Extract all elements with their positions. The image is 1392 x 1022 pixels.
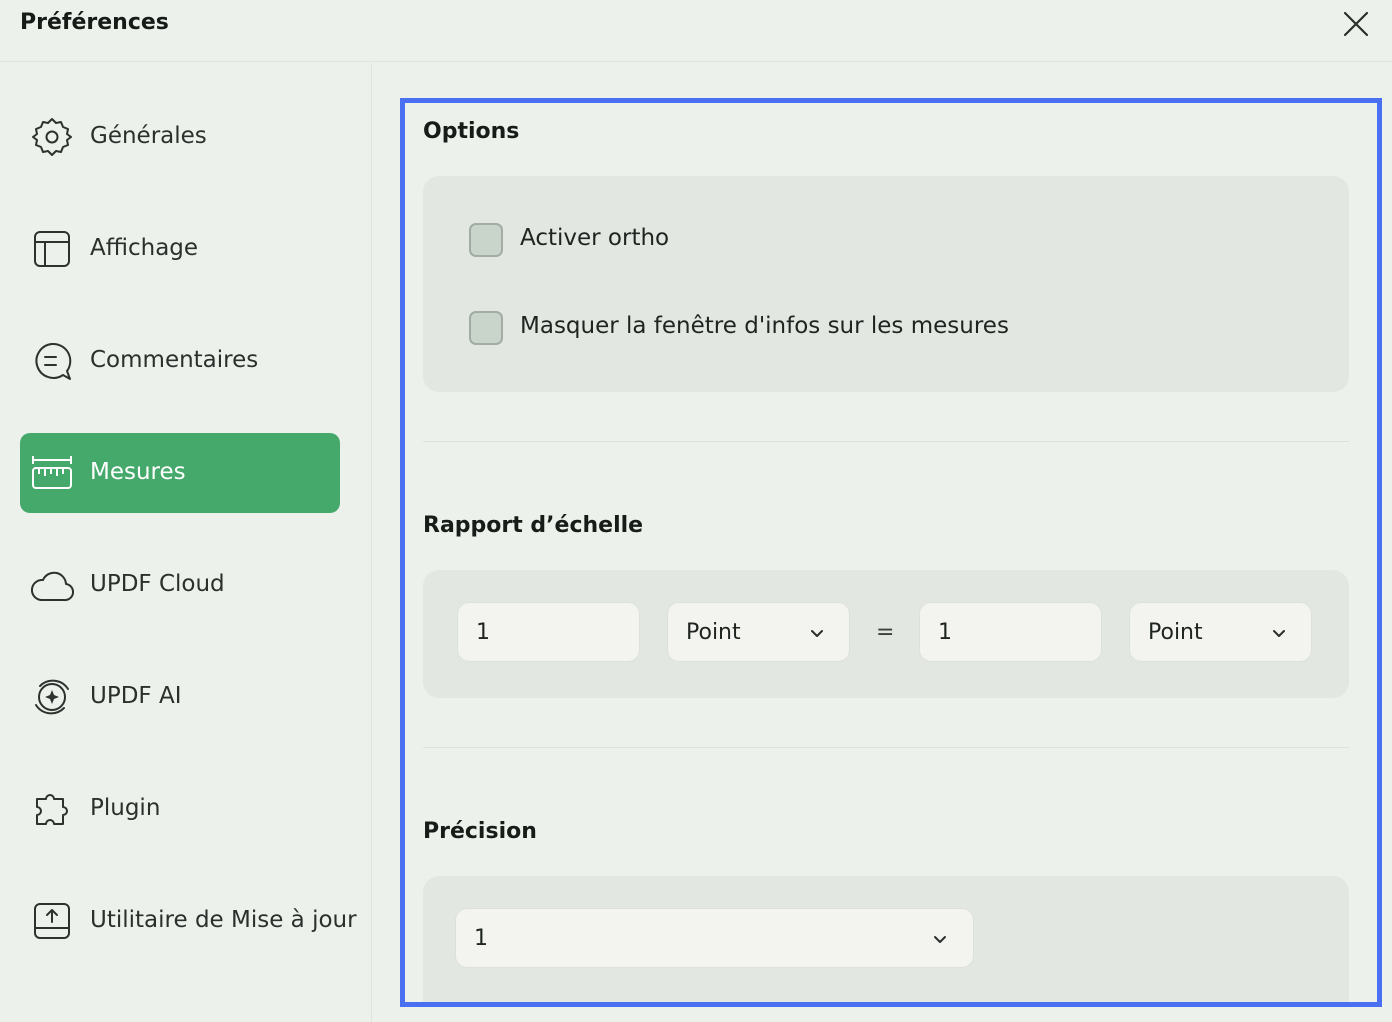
measures-settings-panel: Options Activer ortho Masquer la fenêtre… (400, 98, 1382, 1007)
scale-right-unit-select[interactable]: Point (1129, 602, 1312, 662)
divider (423, 747, 1349, 748)
options-panel: Activer ortho Masquer la fenêtre d'infos… (423, 176, 1349, 392)
chevron-down-icon (934, 936, 946, 943)
update-icon (34, 903, 70, 939)
scale-left-unit: Point (686, 620, 741, 645)
sidebar-item-generales[interactable]: Générales (20, 97, 340, 177)
sidebar-item-affichage[interactable]: Affichage (20, 209, 340, 289)
ruler-icon (32, 456, 72, 489)
sidebar-item-label: Utilitaire de Mise à jour (90, 907, 357, 933)
precision-value: 1 (474, 926, 488, 951)
ortho-checkbox-label: Activer ortho (520, 225, 670, 251)
ortho-checkbox[interactable] (469, 223, 503, 257)
sidebar-item-label: UPDF Cloud (90, 571, 225, 597)
ai-icon (35, 679, 69, 715)
scale-title: Rapport d’échelle (423, 513, 644, 538)
precision-select[interactable]: 1 (455, 908, 974, 968)
sidebar-item-update-utility[interactable]: Utilitaire de Mise à jour (20, 881, 357, 961)
sidebar-item-mesures[interactable]: Mesures (20, 433, 340, 513)
window-title: Préférences (20, 10, 169, 35)
sidebar-item-updf-ai[interactable]: UPDF AI (20, 657, 340, 737)
scale-left-value: 1 (476, 620, 490, 645)
options-title: Options (423, 119, 520, 144)
sidebar-item-label: Commentaires (90, 347, 259, 373)
scale-left-value-input[interactable]: 1 (457, 602, 640, 662)
divider (423, 441, 1349, 442)
sidebar-item-label: UPDF AI (90, 683, 182, 709)
precision-panel: 1 (423, 876, 1349, 1002)
layout-icon (34, 231, 70, 267)
puzzle-icon (36, 794, 68, 825)
hide-info-checkbox-label: Masquer la fenêtre d'infos sur les mesur… (520, 313, 1009, 339)
cloud-icon (31, 571, 74, 602)
chevron-down-icon (811, 630, 823, 637)
scale-right-value-input[interactable]: 1 (919, 602, 1102, 662)
scale-right-unit: Point (1148, 620, 1203, 645)
sidebar-item-commentaires[interactable]: Commentaires (20, 321, 340, 401)
sidebar-item-label: Plugin (90, 795, 161, 821)
equals-sign: = (876, 620, 895, 645)
title-bar: Préférences (0, 0, 1392, 62)
scale-right-value: 1 (938, 620, 952, 645)
precision-title: Précision (423, 819, 537, 844)
sidebar-item-plugin[interactable]: Plugin (20, 769, 340, 849)
close-icon (1343, 11, 1369, 37)
chevron-down-icon (1273, 630, 1285, 637)
sidebar-item-label: Mesures (90, 459, 186, 485)
sidebar: Générales Affichage Commentaires Mesures… (0, 63, 372, 1022)
sidebar-item-label: Affichage (90, 235, 199, 261)
hide-info-checkbox[interactable] (469, 311, 503, 345)
close-button[interactable] (1340, 8, 1372, 40)
sidebar-item-label: Générales (90, 123, 207, 149)
comment-icon (35, 342, 72, 380)
sidebar-item-updf-cloud[interactable]: UPDF Cloud (20, 545, 340, 625)
scale-left-unit-select[interactable]: Point (667, 602, 850, 662)
gear-icon (32, 118, 72, 156)
scale-panel: 1 Point = 1 Point (423, 570, 1349, 698)
